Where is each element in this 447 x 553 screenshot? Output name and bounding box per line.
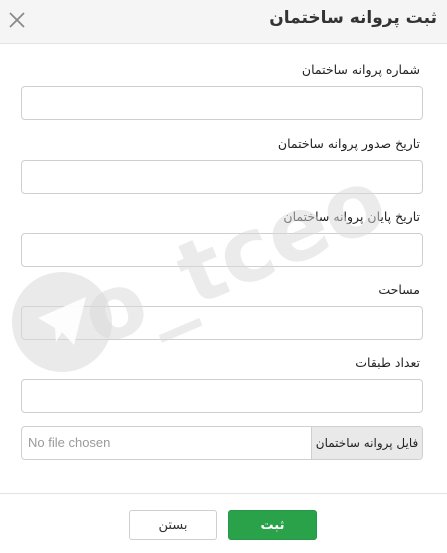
modal-title: ثبت پروانه ساختمان	[269, 8, 437, 28]
modal-header: ثبت پروانه ساختمان	[0, 0, 447, 44]
issue-date-input[interactable]	[21, 160, 423, 194]
close-icon[interactable]	[6, 9, 28, 31]
floor-count-input[interactable]	[21, 379, 423, 413]
file-upload-field[interactable]: No file chosen فایل پروانه ساختمان	[21, 426, 423, 460]
area-input[interactable]	[21, 306, 423, 340]
field-label-permit-number: شماره پروانه ساختمان	[301, 62, 420, 77]
file-status-text: No file chosen	[28, 435, 111, 450]
watermark: o_tceo	[12, 147, 400, 372]
permit-number-input[interactable]	[21, 86, 423, 120]
field-label-issue-date: تاریخ صدور پروانه ساختمان	[277, 136, 420, 151]
end-date-input[interactable]	[21, 233, 423, 267]
field-label-area: مساحت	[378, 282, 420, 297]
close-button[interactable]: بستن	[129, 510, 217, 540]
field-label-floor-count: تعداد طبقات	[355, 355, 420, 370]
submit-button[interactable]: ثبت	[228, 510, 317, 540]
choose-file-button[interactable]: فایل پروانه ساختمان	[311, 427, 422, 459]
field-label-end-date: تاریخ پایان پروانه ساختمان	[283, 209, 420, 224]
modal-footer: بستن ثبت	[0, 493, 447, 553]
